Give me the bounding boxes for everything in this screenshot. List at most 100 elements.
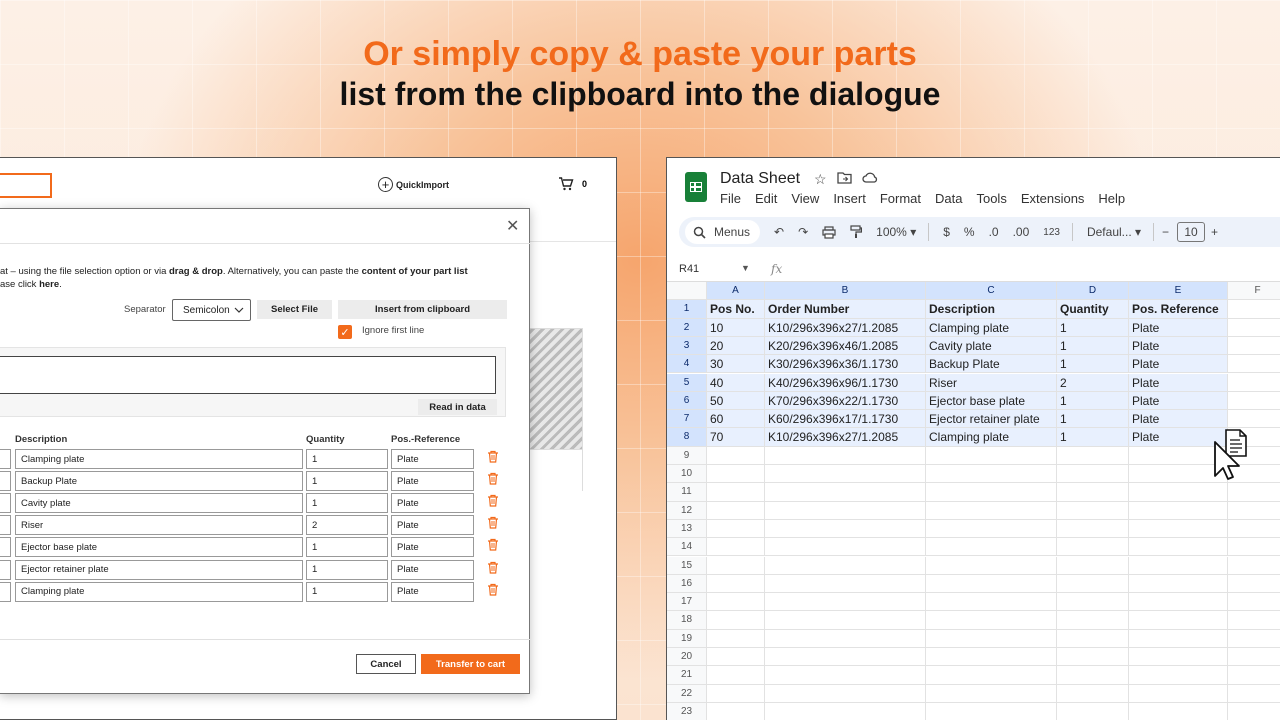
- row-number[interactable]: 9: [667, 446, 707, 465]
- sheet-cell[interactable]: [1129, 648, 1228, 667]
- column-header-f[interactable]: F: [1228, 282, 1280, 301]
- sheet-cell[interactable]: Ejector base plate: [926, 391, 1057, 411]
- sheet-cell[interactable]: K20/296x396x46/1.2085: [765, 336, 926, 356]
- sheet-cell[interactable]: 20: [707, 336, 765, 356]
- pos-reference-input[interactable]: Plate: [391, 493, 474, 514]
- sheet-cell[interactable]: [765, 611, 926, 630]
- sheet-cell[interactable]: [926, 593, 1057, 612]
- sheet-cell[interactable]: [1057, 446, 1129, 465]
- sheet-cell[interactable]: 60: [707, 410, 765, 429]
- sheet-cell[interactable]: [1228, 666, 1280, 685]
- sheet-cell[interactable]: [1228, 703, 1280, 720]
- here-link[interactable]: here: [39, 279, 59, 290]
- sheet-cell[interactable]: [707, 483, 765, 502]
- font-select[interactable]: Defaul... ▾: [1087, 225, 1141, 239]
- document-title[interactable]: Data Sheet: [720, 170, 800, 188]
- sheet-cell[interactable]: [1228, 374, 1280, 392]
- sheet-cell[interactable]: [926, 684, 1057, 703]
- row-number[interactable]: 11: [667, 483, 707, 502]
- sheet-cell[interactable]: [1228, 557, 1280, 575]
- sheet-cell[interactable]: [1228, 410, 1280, 429]
- sheet-cell[interactable]: Plate: [1129, 410, 1228, 429]
- row-number[interactable]: 16: [667, 574, 707, 594]
- sheet-cell[interactable]: [926, 702, 1057, 720]
- sheet-cell[interactable]: [926, 483, 1057, 502]
- sheet-cell[interactable]: [1228, 648, 1280, 667]
- sheet-cell[interactable]: [1228, 593, 1280, 612]
- sheet-cell[interactable]: [707, 684, 765, 703]
- sheet-cell[interactable]: Plate: [1129, 391, 1228, 411]
- cart-button[interactable]: 0: [558, 177, 587, 191]
- sheet-cell[interactable]: [1129, 629, 1228, 648]
- sheet-cell[interactable]: [1057, 629, 1129, 648]
- sheet-cell[interactable]: 70: [707, 428, 765, 447]
- column-header-d[interactable]: D: [1057, 282, 1129, 301]
- decrease-decimal-button[interactable]: .0: [989, 225, 999, 239]
- quantity-input[interactable]: 1: [306, 471, 388, 492]
- paint-format-icon[interactable]: [850, 225, 863, 239]
- sheet-cell[interactable]: Backup Plate: [926, 355, 1057, 374]
- sheet-cell[interactable]: [707, 446, 765, 465]
- trash-icon[interactable]: [487, 583, 499, 596]
- sheet-cell[interactable]: [1228, 392, 1280, 411]
- menu-extensions[interactable]: Extensions: [1021, 191, 1085, 206]
- sheet-cell[interactable]: [926, 501, 1057, 520]
- search-menus-button[interactable]: Menus: [685, 220, 761, 244]
- sheet-cell[interactable]: [765, 501, 926, 520]
- quantity-input[interactable]: 1: [306, 493, 388, 514]
- sheet-cell[interactable]: [765, 556, 926, 575]
- row-number[interactable]: 5: [667, 373, 707, 392]
- header-cell[interactable]: Quantity: [1057, 300, 1129, 319]
- sheet-cell[interactable]: [707, 556, 765, 575]
- sheet-cell[interactable]: [1228, 355, 1280, 374]
- trash-icon[interactable]: [487, 450, 499, 463]
- header-cell[interactable]: Description: [926, 300, 1057, 319]
- sheet-cell[interactable]: [1228, 630, 1280, 648]
- sheet-cell[interactable]: [1129, 593, 1228, 612]
- sheet-cell[interactable]: [1129, 519, 1228, 539]
- quantity-input[interactable]: 1: [306, 449, 388, 469]
- sheet-cell[interactable]: Plate: [1129, 373, 1228, 392]
- description-input[interactable]: Ejector base plate: [15, 537, 303, 558]
- row-cell-hidden[interactable]: [0, 537, 11, 558]
- header-cell[interactable]: Pos. Reference: [1129, 300, 1228, 319]
- sheet-cell[interactable]: Clamping plate: [926, 318, 1057, 337]
- pos-reference-input[interactable]: Plate: [391, 537, 474, 558]
- header-cell[interactable]: Pos No.: [707, 300, 765, 319]
- close-icon[interactable]: ✕: [506, 216, 519, 236]
- sheet-cell[interactable]: [765, 702, 926, 720]
- sheet-cell[interactable]: [1129, 684, 1228, 703]
- paste-textarea[interactable]: [0, 356, 496, 394]
- row-number[interactable]: 8: [667, 428, 707, 447]
- number-format-button[interactable]: 123: [1043, 227, 1060, 238]
- sheet-cell[interactable]: 10: [707, 318, 765, 337]
- sheet-cell[interactable]: [1057, 684, 1129, 703]
- sheet-cell[interactable]: [1057, 519, 1129, 539]
- sheet-cell[interactable]: [926, 629, 1057, 648]
- insert-from-clipboard-button[interactable]: Insert from clipboard: [338, 300, 507, 319]
- sheet-cell[interactable]: [765, 574, 926, 594]
- row-number[interactable]: 19: [667, 629, 707, 648]
- row-number[interactable]: 17: [667, 593, 707, 612]
- sheet-cell[interactable]: [926, 574, 1057, 594]
- description-input[interactable]: Backup Plate: [15, 471, 303, 492]
- sheet-cell[interactable]: 30: [707, 355, 765, 374]
- sheet-cell[interactable]: [1129, 611, 1228, 630]
- trash-icon[interactable]: [487, 472, 499, 485]
- sheet-cell[interactable]: K40/296x396x96/1.1730: [765, 373, 926, 392]
- read-in-data-button[interactable]: Read in data: [418, 399, 497, 415]
- sheet-cell[interactable]: [926, 556, 1057, 575]
- redo-icon[interactable]: ↷: [798, 225, 808, 239]
- sheet-cell[interactable]: [707, 574, 765, 594]
- sheet-cell[interactable]: [926, 465, 1057, 484]
- shop-search-field[interactable]: [0, 173, 52, 198]
- sheet-cell[interactable]: [1057, 666, 1129, 685]
- quantity-input[interactable]: 1: [306, 559, 388, 580]
- select-all-corner[interactable]: [667, 282, 707, 301]
- sheet-cell[interactable]: 1: [1057, 318, 1129, 337]
- cloud-saved-icon[interactable]: [861, 171, 878, 183]
- sheet-cell[interactable]: [1057, 648, 1129, 667]
- pos-reference-input[interactable]: Plate: [391, 471, 474, 492]
- sheet-cell[interactable]: [765, 593, 926, 612]
- sheet-cell[interactable]: Ejector retainer plate: [926, 410, 1057, 429]
